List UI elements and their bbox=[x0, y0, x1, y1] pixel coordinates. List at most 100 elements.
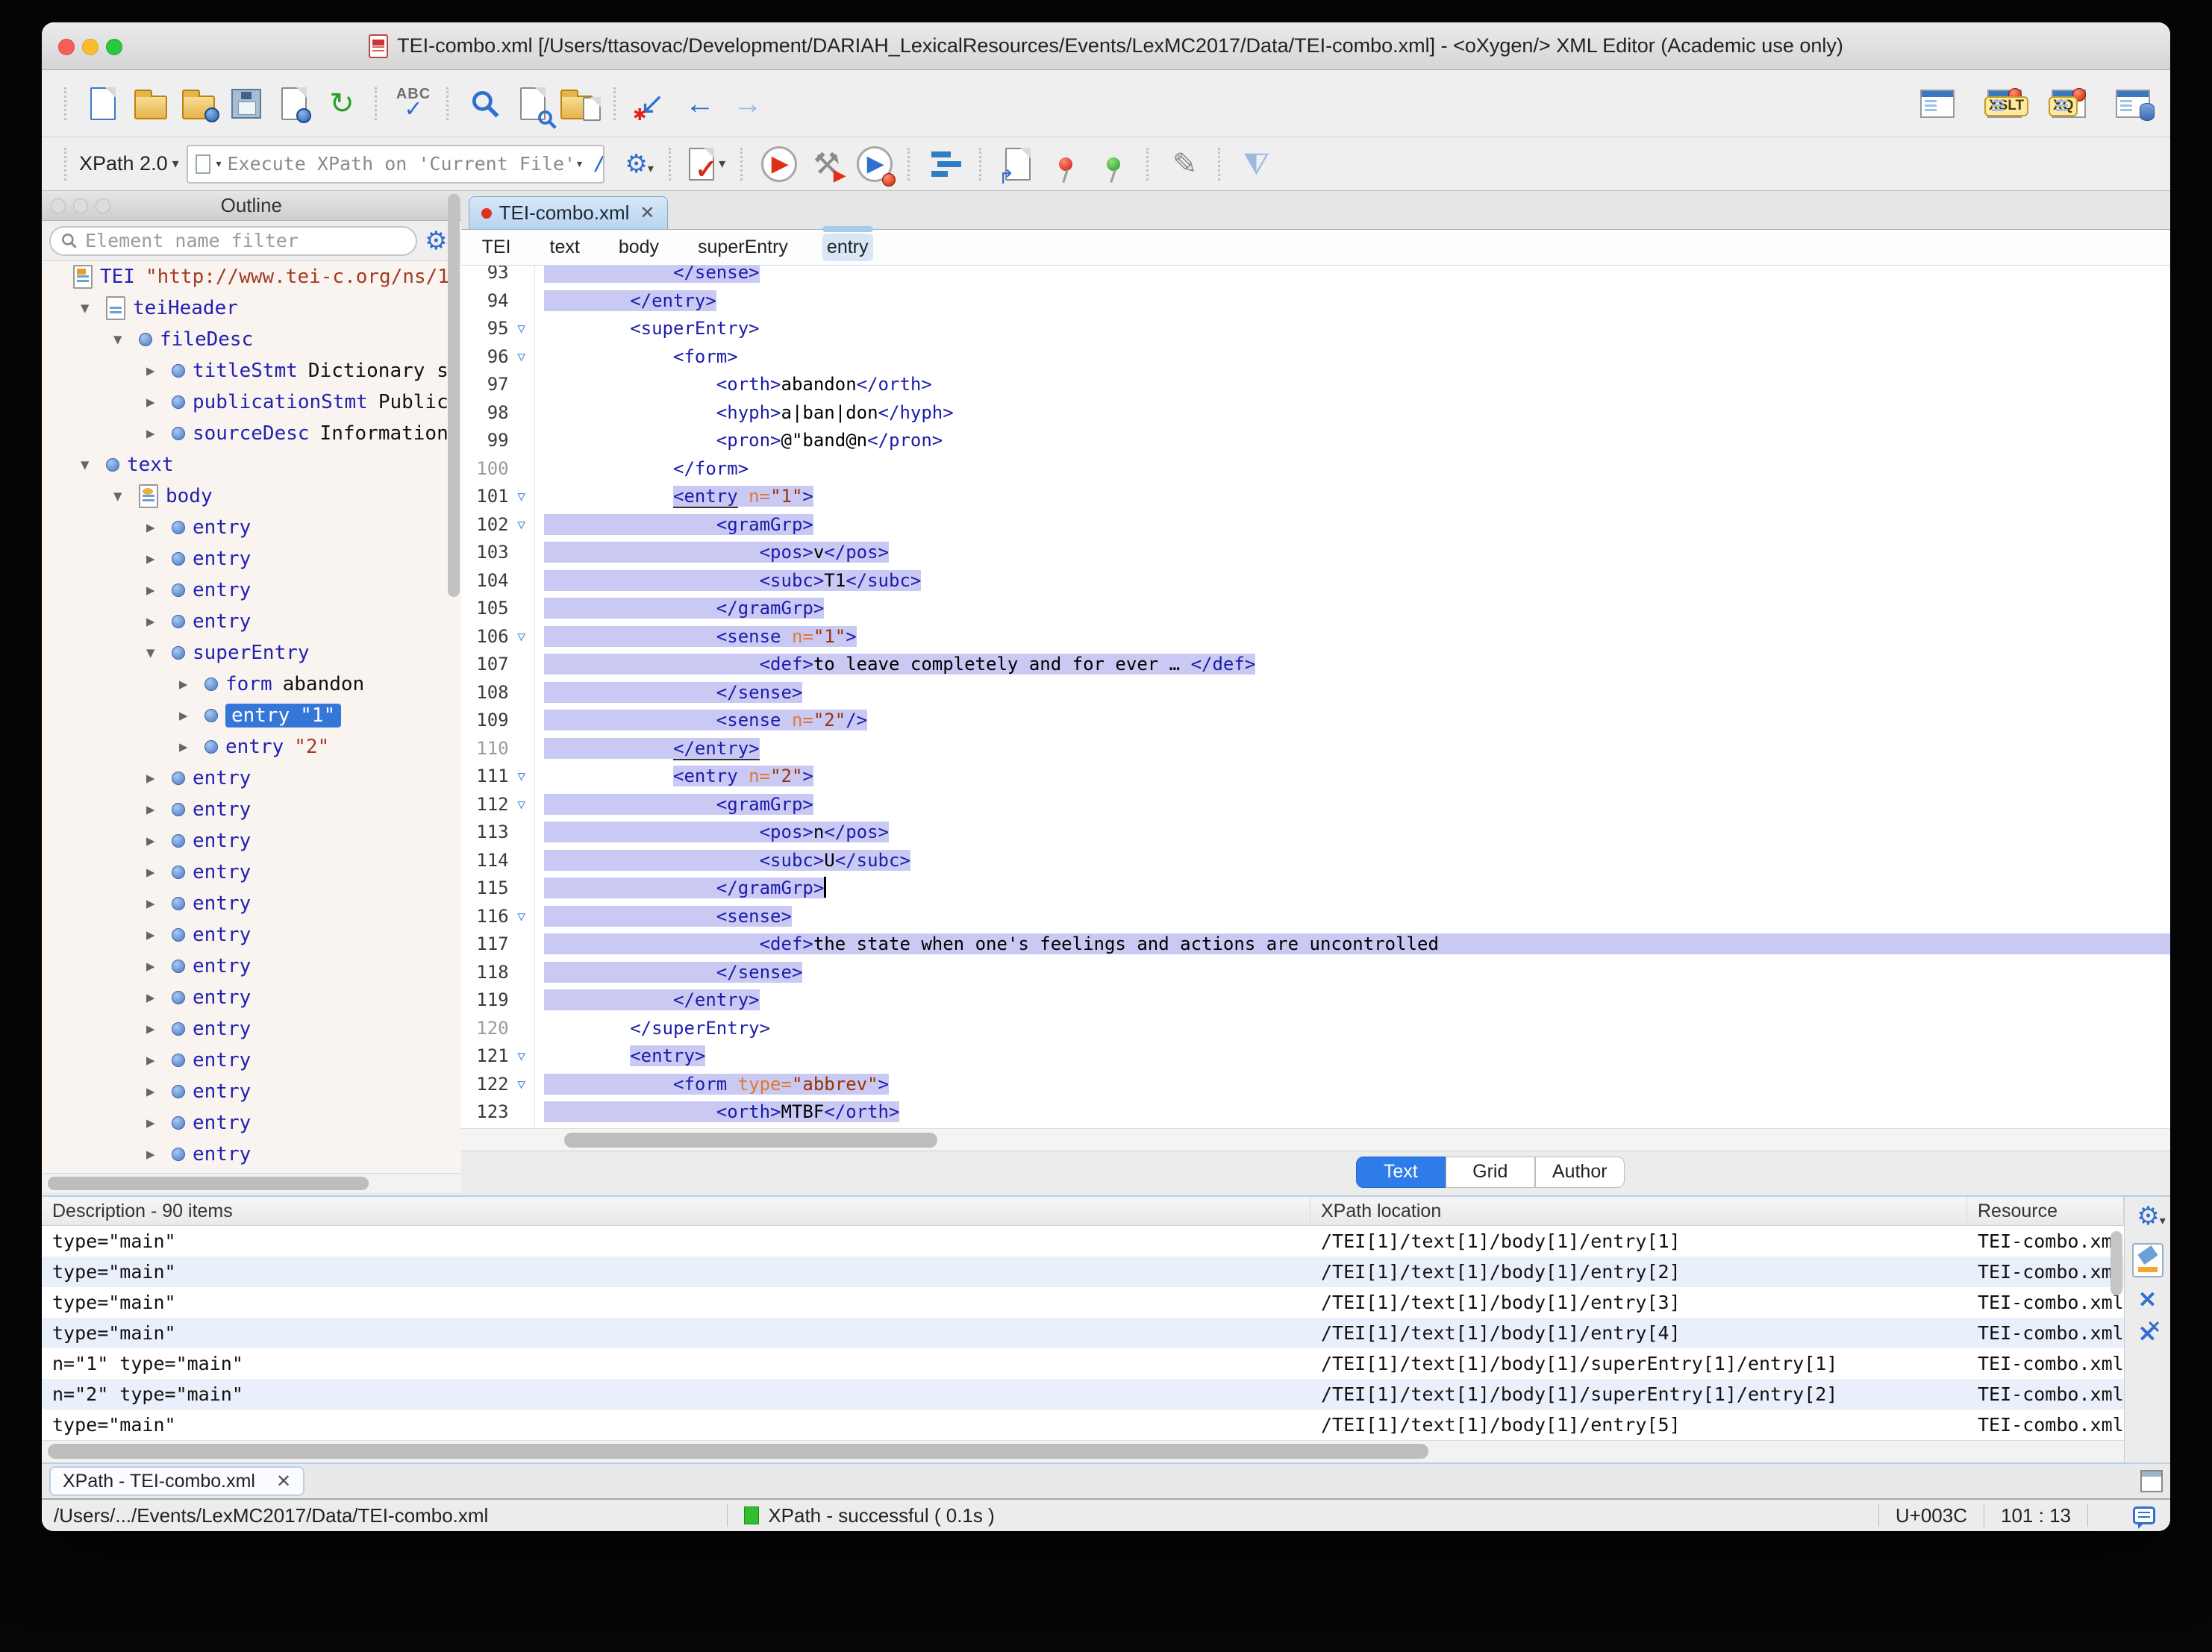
code-lines[interactable]: 93 </sense>94 </entry>95▽ <superEntry>96… bbox=[461, 266, 2170, 1128]
mode-button-author[interactable]: Author bbox=[1535, 1157, 1625, 1188]
results-settings-button[interactable]: ⚙▾ bbox=[2137, 1201, 2166, 1231]
find-in-files-button[interactable] bbox=[512, 81, 554, 126]
code-text[interactable]: <superEntry> bbox=[534, 315, 2170, 343]
tree-toggle-icon[interactable]: ▶ bbox=[146, 1052, 172, 1069]
code-text[interactable]: <pron>@"band@n</pron> bbox=[534, 427, 2170, 455]
reload-button[interactable]: ↻ bbox=[321, 81, 363, 126]
fold-toggle-icon[interactable]: ▽ bbox=[509, 763, 534, 791]
outline-item-entry[interactable]: ▶entry bbox=[42, 1139, 461, 1170]
code-text[interactable]: <sense> bbox=[534, 903, 2170, 931]
code-line-94[interactable]: 94 </entry> bbox=[461, 287, 2170, 316]
code-text[interactable]: </sense> bbox=[534, 266, 2170, 287]
code-text[interactable]: <def>to leave completely and for ever … … bbox=[534, 651, 2170, 679]
fold-toggle-icon[interactable]: ▽ bbox=[509, 623, 534, 651]
result-row[interactable]: type="main"/TEI[1]/text[1]/body[1]/entry… bbox=[42, 1226, 2124, 1257]
code-line-98[interactable]: 98 <hyph>a|ban|don</hyph> bbox=[461, 399, 2170, 428]
breadcrumb-superEntry[interactable]: superEntry bbox=[693, 234, 793, 261]
outline-item-TEI[interactable]: TEI"http://www.tei-c.org/ns/1. bbox=[42, 261, 461, 292]
open-url-button[interactable] bbox=[178, 81, 219, 126]
breadcrumb-text[interactable]: text bbox=[546, 234, 584, 261]
outline-item-titleStmt[interactable]: ▶titleStmtDictionary sa bbox=[42, 355, 461, 387]
code-line-104[interactable]: 104 <subc>T1</subc> bbox=[461, 567, 2170, 595]
code-text[interactable]: <pos>n</pos> bbox=[534, 819, 2170, 847]
feedback-bubble-icon[interactable] bbox=[2133, 1506, 2155, 1524]
code-text[interactable]: </gramGrp> bbox=[534, 595, 2170, 623]
code-line-118[interactable]: 118 </sense> bbox=[461, 959, 2170, 987]
new-document-button[interactable] bbox=[82, 81, 124, 126]
breadcrumb-body[interactable]: body bbox=[614, 234, 663, 261]
find-resource-button[interactable] bbox=[560, 81, 602, 126]
format-indent-button[interactable] bbox=[925, 142, 967, 187]
outline-vertical-scrollbar[interactable] bbox=[448, 194, 460, 597]
tree-toggle-icon[interactable]: ▶ bbox=[146, 363, 172, 379]
toolbar-grip[interactable] bbox=[446, 87, 452, 120]
code-text[interactable]: </superEntry> bbox=[534, 1015, 2170, 1043]
tree-toggle-icon[interactable]: ▶ bbox=[146, 895, 172, 912]
tree-toggle-icon[interactable]: ▶ bbox=[146, 958, 172, 974]
outline-item-fileDesc[interactable]: ▼fileDesc bbox=[42, 324, 461, 355]
code-line-121[interactable]: 121▽ <entry> bbox=[461, 1042, 2170, 1071]
code-line-93[interactable]: 93 </sense> bbox=[461, 266, 2170, 287]
fold-toggle-icon[interactable]: ▽ bbox=[509, 1071, 534, 1099]
column-description[interactable]: Description - 90 items bbox=[42, 1197, 1310, 1225]
outline-item-form[interactable]: ▶formabandon bbox=[42, 669, 461, 700]
mode-button-text[interactable]: Text bbox=[1356, 1157, 1446, 1188]
code-line-120[interactable]: 120 </superEntry> bbox=[461, 1015, 2170, 1043]
results-horizontal-scrollbar[interactable] bbox=[42, 1440, 2124, 1462]
outline-item-entry[interactable]: ▶entry bbox=[42, 919, 461, 951]
tree-toggle-icon[interactable]: ▶ bbox=[179, 707, 204, 724]
save-to-url-button[interactable] bbox=[273, 81, 315, 126]
results-vertical-scrollbar[interactable] bbox=[2111, 1231, 2122, 1295]
result-row[interactable]: n="2" type="main"/TEI[1]/text[1]/body[1]… bbox=[42, 1379, 2124, 1409]
code-text[interactable]: <gramGrp> bbox=[534, 511, 2170, 539]
xpath-settings-button[interactable]: ⚙▾ bbox=[615, 142, 657, 187]
outline-item-teiHeader[interactable]: ▼teiHeader bbox=[42, 292, 461, 324]
code-text[interactable]: <hyph>a|ban|don</hyph> bbox=[534, 399, 2170, 428]
manage-reviews-button[interactable]: ✎ bbox=[1164, 142, 1206, 187]
code-text[interactable]: </entry> bbox=[534, 735, 2170, 763]
xpath-expression-field[interactable]: ▾ Execute XPath on 'Current File' ▾ //★ bbox=[187, 145, 604, 184]
code-line-110[interactable]: 110 </entry> bbox=[461, 735, 2170, 763]
back-button[interactable]: ← bbox=[679, 81, 721, 126]
tree-toggle-icon[interactable]: ▶ bbox=[146, 551, 172, 567]
outline-item-entry[interactable]: ▶entry bbox=[42, 512, 461, 543]
minimize-window-button[interactable] bbox=[82, 39, 99, 55]
tree-toggle-icon[interactable]: ▶ bbox=[146, 801, 172, 818]
toolbar-grip[interactable] bbox=[907, 148, 913, 181]
toolbar-grip[interactable] bbox=[64, 87, 70, 120]
result-row[interactable]: type="main"/TEI[1]/text[1]/body[1]/entry… bbox=[42, 1257, 2124, 1287]
outline-item-entry[interactable]: ▶entry bbox=[42, 543, 461, 575]
result-row[interactable]: n="1" type="main"/TEI[1]/text[1]/body[1]… bbox=[42, 1348, 2124, 1379]
outline-header[interactable]: Outline bbox=[42, 191, 461, 221]
toolbar-grip[interactable] bbox=[1218, 148, 1224, 181]
code-text[interactable]: <gramGrp> bbox=[534, 791, 2170, 819]
data-source-explorer-button[interactable]: ⧨ bbox=[1236, 142, 1278, 187]
toolbar-grip[interactable] bbox=[979, 148, 985, 181]
tree-toggle-icon[interactable]: ▶ bbox=[146, 864, 172, 880]
column-resource[interactable]: Resource bbox=[1967, 1197, 2124, 1225]
outline-item-entry[interactable]: ▶entry bbox=[42, 1013, 461, 1045]
tree-toggle-icon[interactable]: ▼ bbox=[81, 457, 106, 473]
spell-check-button[interactable]: ABC✓ bbox=[393, 81, 434, 126]
code-text[interactable]: <entry n="2"> bbox=[534, 763, 2170, 791]
tree-toggle-icon[interactable]: ▶ bbox=[146, 989, 172, 1006]
tree-toggle-icon[interactable]: ▶ bbox=[146, 1021, 172, 1037]
scrollbar-thumb[interactable] bbox=[564, 1133, 937, 1148]
open-file-button[interactable] bbox=[130, 81, 172, 126]
tree-toggle-icon[interactable]: ▶ bbox=[146, 1146, 172, 1163]
code-text[interactable]: </gramGrp> bbox=[534, 875, 2170, 903]
code-text[interactable]: <form> bbox=[534, 343, 2170, 372]
code-line-122[interactable]: 122▽ <form type="abbrev"> bbox=[461, 1071, 2170, 1099]
toolbar-grip[interactable] bbox=[64, 148, 70, 181]
xpath-results-tab[interactable]: XPath - TEI-combo.xml ✕ bbox=[49, 1466, 304, 1496]
tree-toggle-icon[interactable]: ▼ bbox=[81, 300, 106, 316]
scrollbar-thumb[interactable] bbox=[48, 1177, 369, 1190]
forward-button[interactable]: → bbox=[727, 81, 769, 126]
outline-item-publicationStmt[interactable]: ▶publicationStmtPublica bbox=[42, 387, 461, 418]
outline-item-entry[interactable]: ▶entry bbox=[42, 606, 461, 637]
code-text[interactable]: <pos>v</pos> bbox=[534, 539, 2170, 567]
code-line-111[interactable]: 111▽ <entry n="2"> bbox=[461, 763, 2170, 791]
highlight-results-button[interactable] bbox=[2132, 1243, 2163, 1277]
code-line-101[interactable]: 101▽ <entry n="1"> bbox=[461, 483, 2170, 511]
fold-toggle-icon[interactable]: ▽ bbox=[509, 903, 534, 931]
